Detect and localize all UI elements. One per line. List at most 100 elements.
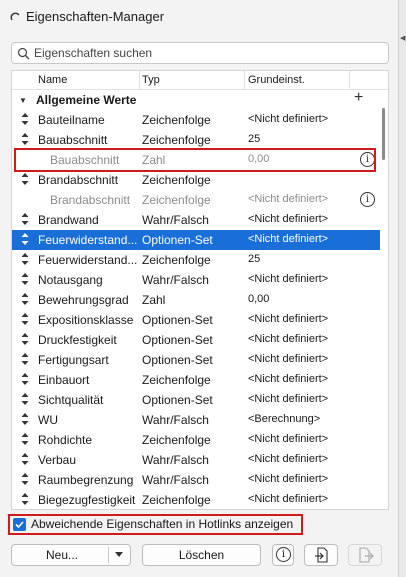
column-header-default[interactable]: Grundeinst. (248, 74, 305, 86)
table-row[interactable]: Brandabschnitt Zeichenfolge <Nicht definie… (12, 190, 380, 210)
table-row[interactable]: Fertigungsart Optionen-Set <Nicht definier… (12, 350, 380, 370)
reorder-handle-icon[interactable] (20, 272, 30, 286)
row-type: Wahr/Falsch (142, 453, 209, 467)
new-button-label: Neu... (46, 548, 79, 562)
table-row[interactable]: Brandabschnitt Zeichenfolge (12, 170, 380, 190)
table-row[interactable]: Brandwand Wahr/Falsch <Nicht definiert> (12, 210, 380, 230)
palette-icon (10, 12, 20, 21)
row-type: Zeichenfolge (142, 373, 211, 387)
table-row[interactable]: Notausgang Wahr/Falsch <Nicht definiert> (12, 270, 380, 290)
row-default: <Nicht definiert> (248, 433, 329, 445)
row-name: Brandabschnitt (50, 193, 131, 207)
info-button[interactable]: i (272, 544, 294, 566)
column-divider[interactable] (244, 71, 245, 90)
row-name: Feuerwiderstand... (38, 233, 138, 247)
hotlinks-checkbox-row[interactable]: Abweichende Eigenschaften in Hotlinks an… (8, 514, 303, 535)
vertical-scrollbar[interactable] (380, 90, 388, 509)
row-default: <Nicht definiert> (248, 113, 329, 125)
collapse-arrow-icon[interactable]: ◀ (400, 34, 405, 42)
title-bar: Eigenschaften-Manager (0, 0, 406, 34)
column-divider[interactable] (139, 71, 140, 90)
row-default: <Nicht definiert> (248, 393, 329, 405)
column-divider[interactable] (349, 71, 350, 90)
split-divider (108, 547, 109, 563)
row-name: Biegezugfestigkeit (38, 493, 136, 507)
table-row[interactable]: Expositionsklasse Optionen-Set <Nicht defi… (12, 310, 380, 330)
reorder-handle-icon[interactable] (20, 352, 30, 366)
reorder-handle-icon[interactable] (20, 452, 30, 466)
table-row[interactable]: WU Wahr/Falsch <Berechnung> (12, 410, 380, 430)
export-icon (359, 547, 374, 563)
table-row[interactable]: Raumbegrenzung Wahr/Falsch <Nicht definier… (12, 470, 380, 490)
row-type: Optionen-Set (142, 233, 213, 247)
import-button[interactable] (304, 544, 338, 566)
reorder-handle-icon[interactable] (20, 112, 30, 126)
window-title: Eigenschaften-Manager (26, 9, 165, 24)
reorder-handle-icon[interactable] (20, 252, 30, 266)
reorder-handle-icon[interactable] (20, 132, 30, 146)
row-default: <Nicht definiert> (248, 453, 329, 465)
column-header-type[interactable]: Typ (142, 74, 160, 86)
table-row[interactable]: Bauteilname Zeichenfolge <Nicht definiert> (12, 110, 380, 130)
reorder-handle-icon[interactable] (20, 312, 30, 326)
row-default: <Nicht definiert> (248, 273, 329, 285)
delete-button-label: Löschen (178, 548, 225, 562)
row-name: Brandabschnitt (38, 173, 119, 187)
row-name: Sichtqualität (38, 393, 104, 407)
reorder-handle-icon[interactable] (20, 392, 30, 406)
row-default: <Nicht definiert> (248, 373, 329, 385)
reorder-handle-icon[interactable] (20, 292, 30, 306)
row-name: Raumbegrenzung (38, 473, 134, 487)
column-header-name[interactable]: Name (38, 74, 67, 86)
row-default: <Nicht definiert> (248, 193, 329, 205)
hotlinks-checkbox-label[interactable]: Abweichende Eigenschaften in Hotlinks an… (31, 517, 293, 531)
table-row[interactable]: Rohdichte Zeichenfolge <Nicht definiert> (12, 430, 380, 450)
scrollbar-thumb[interactable] (382, 108, 385, 160)
reorder-handle-icon[interactable] (20, 412, 30, 426)
table-row[interactable]: Bauabschnitt Zeichenfolge 25 (12, 130, 380, 150)
table-row[interactable]: Druckfestigkeit Optionen-Set <Nicht defini… (12, 330, 380, 350)
row-name: Druckfestigkeit (38, 333, 117, 347)
table-row[interactable]: Einbauort Zeichenfolge <Nicht definiert> (12, 370, 380, 390)
row-name: Notausgang (38, 273, 103, 287)
table-row[interactable]: Feuerwiderstand... Optionen-Set <Nicht def… (12, 230, 380, 250)
table-header: Name Typ Grundeinst. (12, 71, 388, 90)
reorder-handle-icon[interactable] (20, 212, 30, 226)
row-name: Brandwand (38, 213, 99, 227)
search-box[interactable] (11, 42, 389, 64)
delete-button[interactable]: Löschen (142, 544, 261, 566)
reorder-handle-icon[interactable] (20, 492, 30, 506)
reorder-handle-icon[interactable] (20, 332, 30, 346)
collapse-triangle-icon[interactable]: ▼ (19, 96, 27, 105)
new-button[interactable]: Neu... (11, 544, 131, 566)
window-edge: ◀ (398, 0, 406, 577)
table-row[interactable]: Verbau Wahr/Falsch <Nicht definiert> (12, 450, 380, 470)
info-icon[interactable]: i (360, 192, 375, 207)
table-row[interactable]: Sichtqualität Optionen-Set <Nicht definier… (12, 390, 380, 410)
row-name: Einbauort (38, 373, 90, 387)
reorder-handle-icon[interactable] (20, 172, 30, 186)
reorder-handle-icon[interactable] (20, 472, 30, 486)
group-row[interactable]: ▼ Allgemeine Werte + (12, 89, 380, 110)
chevron-down-icon[interactable] (115, 552, 123, 557)
add-property-icon[interactable]: + (354, 89, 363, 107)
row-name: Fertigungsart (38, 353, 109, 367)
table-row[interactable]: Feuerwiderstand... Zeichenfolge 25 (12, 250, 380, 270)
row-type: Optionen-Set (142, 313, 213, 327)
row-type: Wahr/Falsch (142, 413, 209, 427)
row-default: 25 (248, 253, 261, 265)
hotlinks-checkbox[interactable] (13, 518, 26, 531)
properties-table: Name Typ Grundeinst. ▼ Allgemeine Werte … (11, 70, 389, 510)
row-type: Zeichenfolge (142, 433, 211, 447)
reorder-handle-icon[interactable] (20, 432, 30, 446)
table-row[interactable]: Bewehrungsgrad Zahl 0,00 (12, 290, 380, 310)
row-name: Expositionsklasse (38, 313, 134, 327)
search-icon (17, 47, 30, 60)
reorder-handle-icon[interactable] (20, 372, 30, 386)
row-type: Optionen-Set (142, 333, 213, 347)
search-input[interactable] (34, 45, 384, 61)
table-row[interactable]: Biegezugfestigkeit Zeichenfolge <Nicht def… (12, 490, 380, 509)
row-type: Zeichenfolge (142, 193, 211, 207)
reorder-handle-icon[interactable] (20, 232, 30, 246)
export-button[interactable] (348, 544, 382, 566)
